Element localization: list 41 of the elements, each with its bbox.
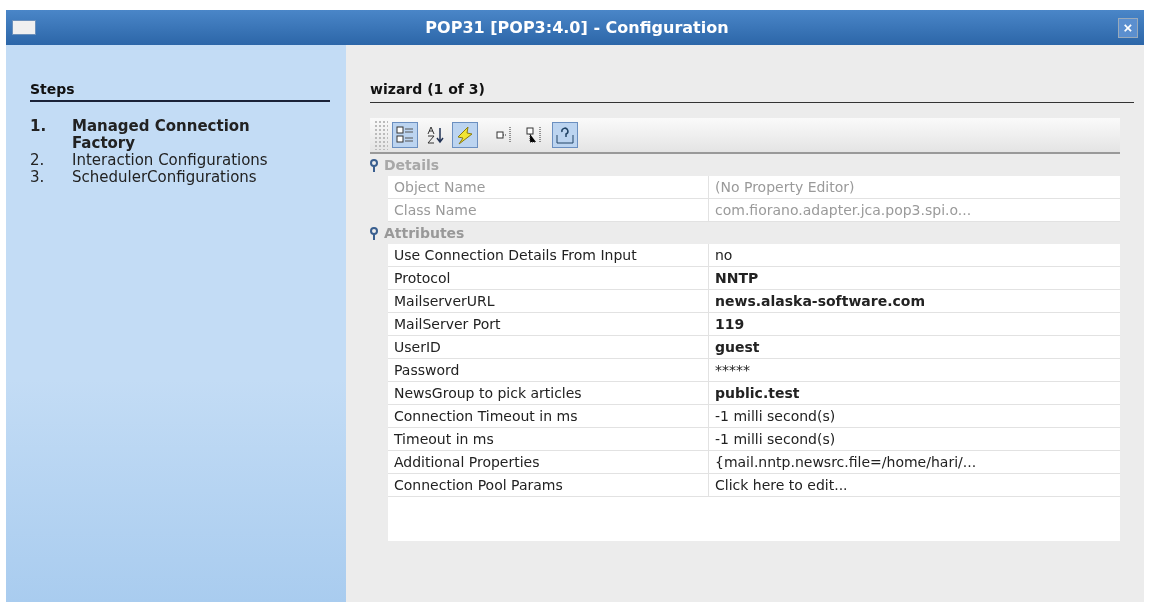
- help-icon: [555, 125, 575, 145]
- property-name: MailserverURL: [393, 292, 496, 311]
- property-value[interactable]: NNTP: [708, 267, 1120, 289]
- property-value[interactable]: Click here to edit...: [708, 474, 1120, 496]
- step-number: 2.: [30, 152, 46, 169]
- sort-az-icon: [425, 125, 445, 145]
- property-name: Connection Timeout in ms: [393, 407, 579, 426]
- property-name: Protocol: [393, 269, 452, 288]
- pin-icon: [370, 226, 378, 240]
- steps-heading: Steps: [30, 81, 330, 102]
- property-value[interactable]: {mail.nntp.newsrc.file=/home/hari/...: [708, 451, 1120, 473]
- property-name: Object Name: [393, 178, 487, 197]
- property-value[interactable]: -1 milli second(s): [708, 428, 1120, 450]
- property-name: Password: [393, 361, 461, 380]
- pin-icon: [370, 158, 378, 172]
- property-value[interactable]: 119: [708, 313, 1120, 335]
- property-name: Use Connection Details From Input: [393, 246, 638, 265]
- property-value[interactable]: *****: [708, 359, 1120, 381]
- categorized-view-icon: [395, 125, 415, 145]
- property-value[interactable]: no: [708, 244, 1120, 266]
- property-value[interactable]: guest: [708, 336, 1120, 358]
- step-label: Managed Connection Factory: [72, 118, 251, 152]
- property-name: Timeout in ms: [393, 430, 495, 449]
- step-number: 1.: [30, 118, 48, 137]
- property-value[interactable]: -1 milli second(s): [708, 405, 1120, 427]
- property-name: Additional Properties: [393, 453, 541, 472]
- window-icon: [12, 20, 36, 35]
- lightning-icon: [455, 125, 475, 145]
- window-title: POP31 [POP3:4.0] - Configuration: [424, 18, 730, 37]
- property-name: Connection Pool Params: [393, 476, 564, 495]
- property-value[interactable]: public.test: [708, 382, 1120, 404]
- property-name: Class Name: [393, 201, 478, 220]
- step-label: Interaction Configurations: [72, 152, 269, 169]
- property-name: UserID: [393, 338, 442, 357]
- step-number: 3.: [30, 169, 46, 186]
- toolbar-grip[interactable]: [374, 120, 388, 150]
- property-name: MailServer Port: [393, 315, 502, 334]
- property-value[interactable]: news.alaska-software.com: [708, 290, 1120, 312]
- step-label: SchedulerConfigurations: [72, 169, 258, 186]
- property-name: NewsGroup to pick articles: [393, 384, 583, 403]
- wizard-heading: wizard (1 of 3): [370, 81, 1134, 103]
